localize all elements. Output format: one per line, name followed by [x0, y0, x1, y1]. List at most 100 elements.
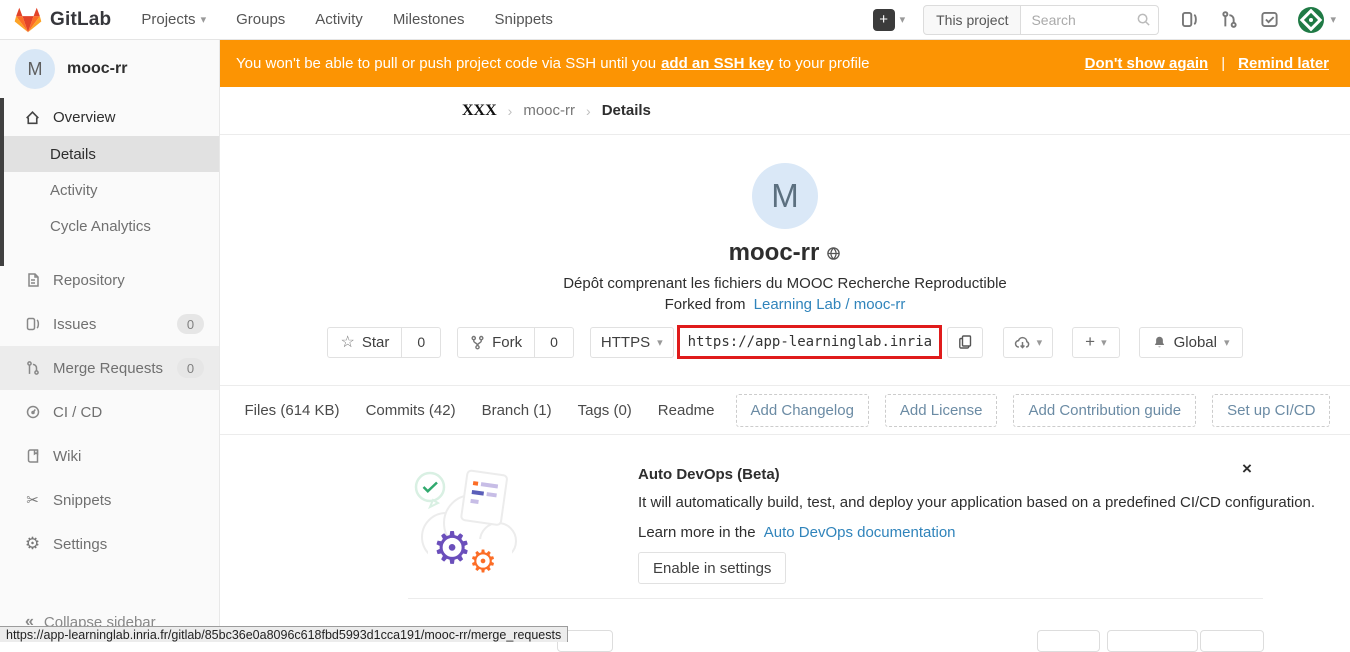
sidebar-item-ci-cd[interactable]: CI / CD	[0, 390, 219, 434]
home-icon	[24, 109, 41, 126]
breadcrumb-project[interactable]: mooc-rr	[523, 102, 575, 119]
chevron-down-icon: ▾	[1037, 336, 1043, 349]
clone-url-input[interactable]	[677, 325, 942, 359]
clone-protocol-dropdown[interactable]: HTTPS ▾	[590, 327, 674, 358]
sidebar-item-activity[interactable]: Activity	[0, 172, 219, 208]
search-scope-button[interactable]: This project	[923, 5, 1021, 35]
separator: |	[1221, 55, 1225, 72]
add-changelog-button[interactable]: Add Changelog	[736, 394, 869, 427]
commits-link[interactable]: Commits (42)	[366, 402, 456, 419]
fork-button[interactable]: Fork	[457, 327, 535, 358]
clipboard-icon	[957, 334, 973, 350]
chevron-down-icon: ▾	[1224, 336, 1230, 349]
fork-count[interactable]: 0	[534, 327, 574, 358]
sidebar-item-repository[interactable]: Repository	[0, 258, 219, 302]
chevron-down-icon[interactable]: ▾	[900, 13, 906, 26]
gitlab-project-page: GitLab Projects▾ Groups Activity Milesto…	[0, 0, 1350, 642]
add-ssh-key-link[interactable]: add an SSH key	[661, 55, 774, 72]
navbar-right: + ▾ This project ▾	[873, 5, 1350, 35]
download-dropdown[interactable]: ▾	[1003, 327, 1054, 358]
project-avatar-large: M	[752, 163, 818, 229]
project-sidebar: M mooc-rr Overview Details Activity Cycl…	[0, 40, 220, 642]
nav-snippets[interactable]: Snippets	[495, 11, 553, 28]
breadcrumb: XXX › mooc-rr › Details	[220, 87, 1350, 135]
public-globe-icon	[826, 246, 841, 261]
star-count[interactable]: 0	[401, 327, 441, 358]
chevron-down-icon: ▾	[657, 336, 663, 349]
partial-button[interactable]	[1037, 630, 1100, 652]
book-icon	[25, 448, 41, 464]
new-menu-button[interactable]: +	[873, 9, 895, 31]
breadcrumb-separator: ›	[586, 103, 591, 119]
section-divider	[408, 598, 1263, 599]
enable-in-settings-button[interactable]: Enable in settings	[638, 552, 786, 584]
project-description: Dépôt comprenant les fichiers du MOOC Re…	[220, 275, 1350, 292]
document-icon	[25, 272, 41, 288]
sidebar-item-snippets[interactable]: ✂ Snippets	[0, 478, 219, 522]
main-content: XXX › mooc-rr › Details M mooc-rr Dépôt …	[220, 87, 1350, 642]
project-name: mooc-rr	[67, 60, 127, 78]
autodevops-doc-link[interactable]: Auto DevOps documentation	[764, 524, 956, 541]
tanuki-icon	[14, 7, 42, 33]
setup-ci-cd-button[interactable]: Set up CI/CD	[1212, 394, 1330, 427]
star-icon: ☆	[340, 332, 354, 352]
copy-url-button[interactable]	[947, 327, 983, 358]
add-dropdown[interactable]: + ▾	[1072, 327, 1119, 358]
branches-link[interactable]: Branch (1)	[482, 402, 552, 419]
issues-dashboard-button[interactable]	[1180, 10, 1199, 29]
add-license-button[interactable]: Add License	[885, 394, 998, 427]
nav-milestones[interactable]: Milestones	[393, 11, 465, 28]
todos-button[interactable]	[1260, 10, 1279, 29]
tags-link[interactable]: Tags (0)	[578, 402, 632, 419]
sidebar-project-header[interactable]: M mooc-rr	[0, 40, 219, 98]
sidebar-item-wiki[interactable]: Wiki	[0, 434, 219, 478]
issues-icon	[1180, 10, 1199, 29]
star-button[interactable]: ☆ Star	[327, 327, 402, 358]
notification-dropdown[interactable]: Global ▾	[1139, 327, 1243, 358]
forked-from-link[interactable]: Learning Lab / mooc-rr	[754, 296, 906, 313]
breadcrumb-separator: ›	[508, 103, 513, 119]
main-nav-links: Projects▾ Groups Activity Milestones Sni…	[141, 11, 553, 28]
issues-count-badge: 0	[177, 314, 204, 334]
remind-later-link[interactable]: Remind later	[1238, 55, 1329, 72]
autodevops-title: Auto DevOps (Beta)	[638, 466, 780, 483]
plus-icon: +	[1085, 332, 1095, 352]
gitlab-logo[interactable]: GitLab	[14, 7, 111, 33]
autodevops-illustration: ⚙ ⚙	[408, 457, 528, 577]
dont-show-again-link[interactable]: Don't show again	[1085, 55, 1209, 72]
user-menu[interactable]: ▾	[1298, 7, 1336, 33]
sidebar-item-details[interactable]: Details	[0, 136, 219, 172]
add-contribution-guide-button[interactable]: Add Contribution guide	[1013, 394, 1196, 427]
sidebar-item-merge-requests[interactable]: Merge Requests 0	[0, 346, 219, 390]
sidebar-item-cycle-analytics[interactable]: Cycle Analytics	[0, 208, 219, 244]
ssh-warning-banner: You won't be able to pull or push projec…	[220, 40, 1350, 87]
nav-groups[interactable]: Groups	[236, 11, 285, 28]
sidebar-item-overview[interactable]: Overview	[0, 98, 219, 136]
files-link[interactable]: Files (614 KB)	[245, 402, 340, 419]
forked-from-line: Forked from Learning Lab / mooc-rr	[220, 296, 1350, 313]
search-group: This project	[923, 5, 1159, 35]
partial-button[interactable]	[1200, 630, 1264, 652]
logo-text: GitLab	[50, 9, 111, 31]
merge-request-icon	[1220, 10, 1239, 29]
breadcrumb-page: Details	[602, 102, 651, 119]
gauge-icon	[25, 404, 41, 420]
sidebar-item-issues[interactable]: Issues 0	[0, 302, 219, 346]
nav-projects[interactable]: Projects▾	[141, 11, 206, 28]
banner-text: You won't be able to pull or push projec…	[236, 55, 870, 72]
close-icon[interactable]: ×	[1242, 459, 1252, 479]
issues-icon	[25, 316, 41, 332]
nav-activity[interactable]: Activity	[315, 11, 363, 28]
partial-button[interactable]	[1107, 630, 1198, 652]
page-title: mooc-rr	[729, 239, 820, 267]
project-action-row: ☆ Star 0 Fork 0 HTTPS ▾	[220, 325, 1350, 359]
merge-requests-dashboard-button[interactable]	[1220, 10, 1239, 29]
breadcrumb-group[interactable]: XXX	[462, 102, 497, 120]
avatar	[1298, 7, 1324, 33]
gear-icon: ⚙	[469, 544, 497, 577]
readme-link[interactable]: Readme	[658, 402, 715, 419]
sidebar-item-settings[interactable]: ⚙ Settings	[0, 522, 219, 566]
autodevops-learn-line: Learn more in the Auto DevOps documentat…	[638, 524, 956, 541]
browser-status-tooltip: https://app-learninglab.inria.fr/gitlab/…	[0, 626, 568, 642]
gear-icon: ⚙	[432, 523, 471, 574]
